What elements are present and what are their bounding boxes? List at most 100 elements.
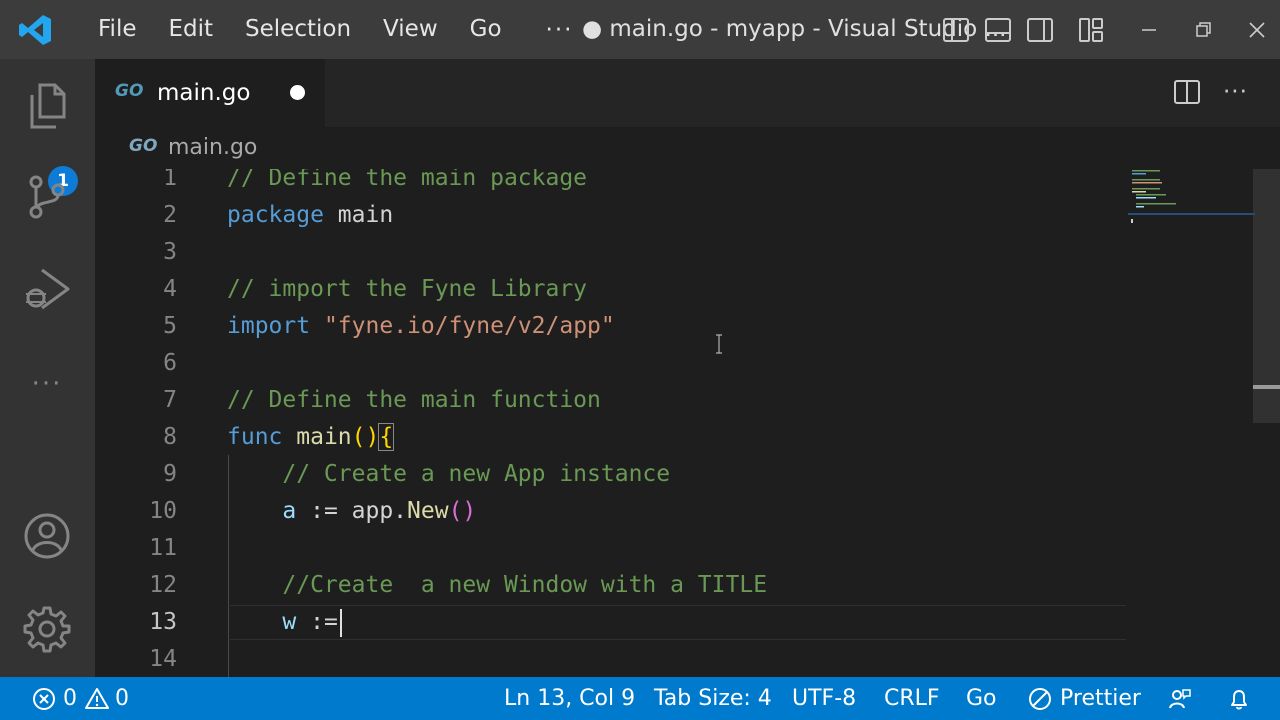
title-bar: File Edit Selection View Go ··· ● main.g… (0, 0, 1280, 59)
source-control-icon[interactable] (22, 172, 72, 222)
toggle-secondary-sidebar-icon[interactable] (1026, 16, 1054, 44)
prettier-disabled-icon[interactable] (1028, 687, 1052, 711)
code-text: w := (227, 604, 342, 641)
code-line[interactable]: 9 // Create a new App instance (95, 456, 1125, 493)
code-token: w (282, 609, 297, 635)
code-line[interactable]: 3 (95, 234, 1125, 271)
line-number: 10 (149, 498, 177, 524)
restore-icon[interactable] (1192, 19, 1214, 41)
code-line[interactable]: 2 package main (95, 197, 1125, 234)
file-encoding[interactable]: UTF-8 (792, 677, 856, 720)
unsaved-dot-icon[interactable] (290, 85, 305, 100)
menu-file[interactable]: File (82, 0, 153, 59)
menu-edit[interactable]: Edit (153, 0, 230, 59)
code-text: package main (227, 197, 393, 234)
code-text: //Create a new Window with a TITLE (227, 567, 767, 604)
code-line[interactable]: 4 // import the Fyne Library (95, 271, 1125, 308)
tab-label: main.go (157, 80, 251, 106)
cursor-position[interactable]: Ln 13, Col 9 (504, 677, 635, 720)
go-file-icon: GO (115, 81, 144, 101)
line-number: 1 (163, 169, 177, 191)
code-token: // import the Fyne Library (227, 276, 588, 302)
line-number: 5 (163, 313, 177, 339)
error-count[interactable]: 0 (63, 677, 77, 720)
prettier-status[interactable]: Prettier (1060, 677, 1141, 720)
close-window-icon[interactable] (1246, 19, 1268, 41)
line-number: 13 (149, 609, 177, 635)
code-token: a (282, 498, 297, 524)
menu-go[interactable]: Go (454, 0, 518, 59)
line-number: 2 (163, 202, 177, 228)
code-token: New (407, 498, 449, 524)
notifications-bell-icon[interactable] (1227, 687, 1251, 711)
scrollbar-cursor-marker (1253, 385, 1280, 389)
vscode-logo-icon[interactable] (18, 13, 52, 47)
code-line[interactable]: 5 import "fyne.io/fyne/v2/app" (95, 308, 1125, 345)
code-token: app. (351, 498, 408, 524)
code-text: a := app.New() (227, 493, 476, 530)
code-token: import (227, 313, 311, 339)
toggle-primary-sidebar-icon[interactable] (942, 16, 970, 44)
code-token: // Define the main function (227, 387, 601, 413)
line-number: 7 (163, 387, 177, 413)
menu-view[interactable]: View (367, 0, 454, 59)
code-text: // Define the main package (227, 169, 587, 197)
end-of-line[interactable]: CRLF (884, 677, 940, 720)
line-number: 3 (163, 239, 177, 265)
title-bar-controls (935, 0, 1280, 59)
tab-size[interactable]: Tab Size: 4 (654, 677, 772, 720)
explorer-files-icon[interactable] (22, 81, 72, 131)
line-number: 6 (163, 350, 177, 376)
split-editor-icon[interactable] (1173, 78, 1201, 106)
code-token: := (296, 498, 352, 524)
run-debug-icon[interactable] (22, 264, 72, 314)
text-caret (339, 608, 342, 637)
code-line[interactable]: 11 (95, 530, 1125, 567)
warning-icon[interactable] (85, 687, 109, 711)
code-line[interactable]: 13 w := (95, 604, 1125, 641)
code-token: main (296, 424, 352, 450)
code-line[interactable]: 8 func main(){ (95, 419, 1125, 456)
code-token: () (351, 424, 380, 450)
breadcrumb: GO main.go (95, 127, 1280, 169)
breadcrumb-file[interactable]: main.go (168, 127, 257, 169)
toggle-panel-icon[interactable] (984, 16, 1012, 44)
menu-selection[interactable]: Selection (229, 0, 367, 59)
tab-main-go[interactable]: GO main.go (95, 59, 325, 127)
status-bar: 0 0 Ln 13, Col 9 Tab Size: 4 UTF-8 CRLF … (0, 677, 1280, 720)
code-editor[interactable]: 1 // Define the main package 2 package main… (95, 169, 1280, 677)
account-icon[interactable] (22, 511, 72, 561)
code-line[interactable]: 12 //Create a new Window with a TITLE (95, 567, 1125, 604)
line-number: 9 (163, 461, 177, 487)
code-token: := (296, 609, 338, 635)
code-line[interactable]: 1 // Define the main package (95, 169, 1125, 197)
activity-bar: 1 ··· (0, 59, 95, 677)
code-token: // Define the main package (227, 169, 588, 191)
more-views-ellipsis-icon[interactable]: ··· (22, 359, 72, 409)
error-icon[interactable] (32, 687, 56, 711)
minimize-icon[interactable] (1138, 19, 1160, 41)
feedback-icon[interactable] (1168, 687, 1192, 711)
editor-more-actions-icon[interactable]: ··· (1223, 79, 1248, 105)
warning-count[interactable]: 0 (115, 677, 129, 720)
code-text: import "fyne.io/fyne/v2/app" (227, 308, 615, 345)
code-line[interactable]: 14 (95, 641, 1125, 677)
code-text: // Create a new App instance (227, 456, 670, 493)
language-mode[interactable]: Go (966, 677, 997, 720)
customize-layout-icon[interactable] (1077, 16, 1105, 44)
line-number: 11 (149, 535, 177, 561)
code-line[interactable]: 6 (95, 345, 1125, 382)
code-line[interactable]: 7 // Define the main function (95, 382, 1125, 419)
code-token: { (378, 423, 395, 451)
code-text: func main(){ (227, 419, 395, 456)
gear-icon[interactable] (22, 604, 72, 654)
code-token: main (323, 202, 394, 228)
code-line[interactable]: 10 a := app.New() (95, 493, 1125, 530)
line-number: 12 (149, 572, 177, 598)
minimap[interactable] (1128, 169, 1255, 231)
code-token: func (227, 424, 283, 450)
code-token: package (227, 202, 324, 228)
